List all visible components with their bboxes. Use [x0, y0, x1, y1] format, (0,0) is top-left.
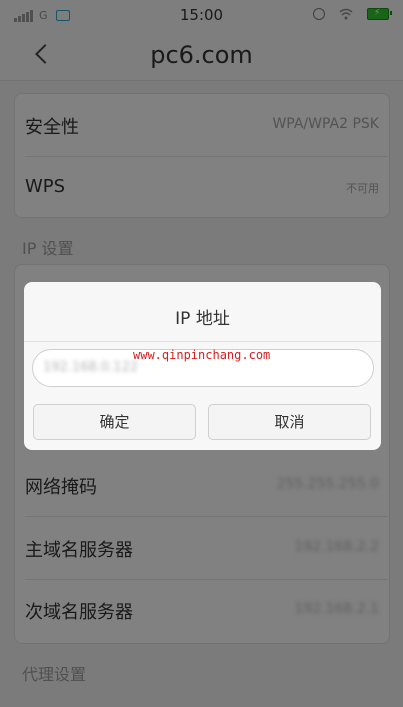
watermark-text: www.qinpinchang.com: [133, 348, 271, 362]
confirm-button[interactable]: 确定: [33, 404, 196, 440]
ip-address-value: 192.168.0.122: [43, 360, 139, 375]
ip-address-dialog: IP 地址 192.168.0.122 www.qinpinchang.com …: [24, 282, 381, 450]
dialog-divider: [24, 341, 381, 342]
dialog-title: IP 地址: [175, 309, 230, 329]
ip-address-input[interactable]: 192.168.0.122 www.qinpinchang.com: [32, 348, 374, 387]
cancel-button[interactable]: 取消: [208, 404, 371, 440]
